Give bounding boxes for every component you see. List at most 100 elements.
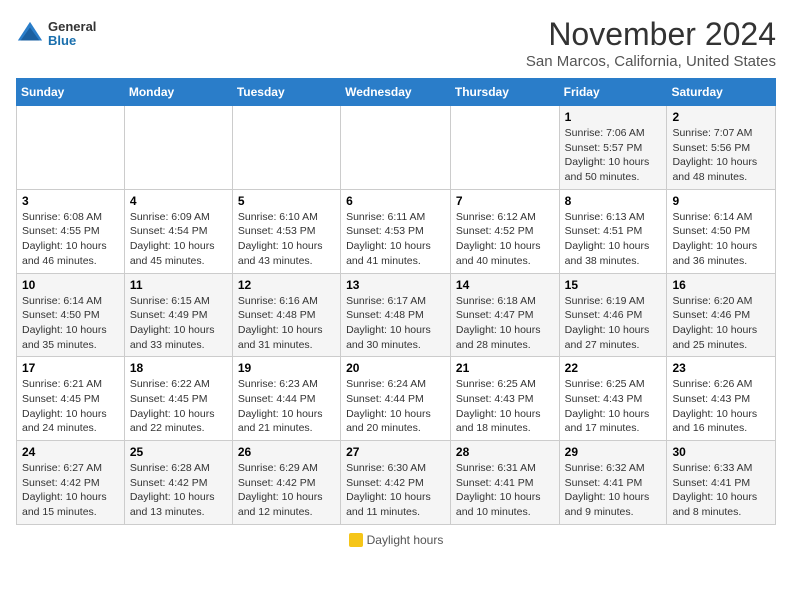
calendar-week-row: 24 Sunrise: 6:27 AM Sunset: 4:42 PM Dayli… bbox=[17, 441, 776, 525]
logo-icon bbox=[16, 20, 44, 48]
calendar-header-cell: Saturday bbox=[667, 79, 776, 106]
day-info: Sunrise: 6:09 AM Sunset: 4:54 PM Dayligh… bbox=[130, 210, 227, 269]
daylight-legend-box bbox=[349, 533, 363, 547]
day-info: Sunrise: 6:22 AM Sunset: 4:45 PM Dayligh… bbox=[130, 377, 227, 436]
calendar-day-cell: 9Sunrise: 6:14 AM Sunset: 4:50 PM Daylig… bbox=[667, 189, 776, 273]
day-number: 5 bbox=[238, 194, 335, 208]
calendar-day-cell: 28 Sunrise: 6:31 AM Sunset: 4:41 PM Dayli… bbox=[450, 441, 559, 525]
header: General Blue November 2024 San Marcos, C… bbox=[16, 16, 776, 70]
day-number: 16 bbox=[672, 278, 770, 292]
day-info: Sunrise: 6:33 AM Sunset: 4:41 PM Dayligh… bbox=[672, 461, 770, 520]
day-number: 18 bbox=[130, 361, 227, 375]
calendar-day-cell: 25Sunrise: 6:28 AM Sunset: 4:42 PM Dayli… bbox=[124, 441, 232, 525]
day-info: Sunrise: 6:24 AM Sunset: 4:44 PM Dayligh… bbox=[346, 377, 445, 436]
calendar-day-cell: 12 Sunrise: 6:16 AM Sunset: 4:48 PM Dayli… bbox=[232, 273, 340, 357]
calendar-week-row: 1Sunrise: 7:06 AM Sunset: 5:57 PM Daylig… bbox=[17, 106, 776, 190]
calendar-day-cell: 19Sunrise: 6:23 AM Sunset: 4:44 PM Dayli… bbox=[232, 357, 340, 441]
day-number: 17 bbox=[22, 361, 119, 375]
day-number: 27 bbox=[346, 445, 445, 459]
calendar-header-cell: Thursday bbox=[450, 79, 559, 106]
calendar-day-cell: 14 Sunrise: 6:18 AM Sunset: 4:47 PM Dayli… bbox=[450, 273, 559, 357]
calendar-header-cell: Friday bbox=[559, 79, 667, 106]
calendar-day-cell bbox=[341, 106, 451, 190]
calendar-day-cell: 10 Sunrise: 6:14 AM Sunset: 4:50 PM Dayli… bbox=[17, 273, 125, 357]
day-number: 28 bbox=[456, 445, 554, 459]
calendar-day-cell: 11 Sunrise: 6:15 AM Sunset: 4:49 PM Dayli… bbox=[124, 273, 232, 357]
day-number: 14 bbox=[456, 278, 554, 292]
calendar-day-cell bbox=[124, 106, 232, 190]
calendar-day-cell: 16 Sunrise: 6:20 AM Sunset: 4:46 PM Dayli… bbox=[667, 273, 776, 357]
day-number: 22 bbox=[565, 361, 662, 375]
day-number: 24 bbox=[22, 445, 119, 459]
calendar-header-cell: Wednesday bbox=[341, 79, 451, 106]
day-info: Sunrise: 6:21 AM Sunset: 4:45 PM Dayligh… bbox=[22, 377, 119, 436]
day-number: 21 bbox=[456, 361, 554, 375]
day-number: 7 bbox=[456, 194, 554, 208]
day-number: 6 bbox=[346, 194, 445, 208]
calendar-week-row: 10 Sunrise: 6:14 AM Sunset: 4:50 PM Dayli… bbox=[17, 273, 776, 357]
calendar-day-cell: 6 Sunrise: 6:11 AM Sunset: 4:53 PM Daylig… bbox=[341, 189, 451, 273]
calendar-day-cell: 29 Sunrise: 6:32 AM Sunset: 4:41 PM Dayli… bbox=[559, 441, 667, 525]
day-number: 10 bbox=[22, 278, 119, 292]
day-number: 2 bbox=[672, 110, 770, 124]
calendar-day-cell bbox=[17, 106, 125, 190]
daylight-label: Daylight hours bbox=[367, 533, 444, 547]
day-number: 20 bbox=[346, 361, 445, 375]
calendar-day-cell: 1Sunrise: 7:06 AM Sunset: 5:57 PM Daylig… bbox=[559, 106, 667, 190]
day-number: 11 bbox=[130, 278, 227, 292]
day-info: Sunrise: 6:14 AM Sunset: 4:50 PM Dayligh… bbox=[672, 210, 770, 269]
day-info: Sunrise: 7:07 AM Sunset: 5:56 PM Dayligh… bbox=[672, 126, 770, 185]
day-info: Sunrise: 6:17 AM Sunset: 4:48 PM Dayligh… bbox=[346, 294, 445, 353]
title-area: November 2024 San Marcos, California, Un… bbox=[526, 16, 776, 70]
month-title: November 2024 bbox=[526, 16, 776, 53]
calendar-header-cell: Tuesday bbox=[232, 79, 340, 106]
calendar-day-cell: 18 Sunrise: 6:22 AM Sunset: 4:45 PM Dayli… bbox=[124, 357, 232, 441]
calendar-day-cell: 21Sunrise: 6:25 AM Sunset: 4:43 PM Dayli… bbox=[450, 357, 559, 441]
calendar-day-cell: 27Sunrise: 6:30 AM Sunset: 4:42 PM Dayli… bbox=[341, 441, 451, 525]
calendar-header-cell: Sunday bbox=[17, 79, 125, 106]
day-number: 13 bbox=[346, 278, 445, 292]
calendar-day-cell bbox=[450, 106, 559, 190]
calendar-day-cell: 22 Sunrise: 6:25 AM Sunset: 4:43 PM Dayli… bbox=[559, 357, 667, 441]
day-info: Sunrise: 6:26 AM Sunset: 4:43 PM Dayligh… bbox=[672, 377, 770, 436]
day-number: 4 bbox=[130, 194, 227, 208]
calendar-week-row: 17 Sunrise: 6:21 AM Sunset: 4:45 PM Dayli… bbox=[17, 357, 776, 441]
day-number: 12 bbox=[238, 278, 335, 292]
logo: General Blue bbox=[16, 20, 96, 49]
day-info: Sunrise: 6:23 AM Sunset: 4:44 PM Dayligh… bbox=[238, 377, 335, 436]
day-info: Sunrise: 6:16 AM Sunset: 4:48 PM Dayligh… bbox=[238, 294, 335, 353]
day-number: 26 bbox=[238, 445, 335, 459]
day-info: Sunrise: 6:12 AM Sunset: 4:52 PM Dayligh… bbox=[456, 210, 554, 269]
day-info: Sunrise: 6:20 AM Sunset: 4:46 PM Dayligh… bbox=[672, 294, 770, 353]
day-info: Sunrise: 6:27 AM Sunset: 4:42 PM Dayligh… bbox=[22, 461, 119, 520]
calendar-day-cell: 26 Sunrise: 6:29 AM Sunset: 4:42 PM Dayli… bbox=[232, 441, 340, 525]
day-info: Sunrise: 6:29 AM Sunset: 4:42 PM Dayligh… bbox=[238, 461, 335, 520]
day-number: 25 bbox=[130, 445, 227, 459]
day-number: 29 bbox=[565, 445, 662, 459]
calendar-day-cell: 20 Sunrise: 6:24 AM Sunset: 4:44 PM Dayli… bbox=[341, 357, 451, 441]
calendar-table: SundayMondayTuesdayWednesdayThursdayFrid… bbox=[16, 78, 776, 525]
day-info: Sunrise: 6:31 AM Sunset: 4:41 PM Dayligh… bbox=[456, 461, 554, 520]
calendar-day-cell: 13 Sunrise: 6:17 AM Sunset: 4:48 PM Dayli… bbox=[341, 273, 451, 357]
calendar-day-cell: 17 Sunrise: 6:21 AM Sunset: 4:45 PM Dayli… bbox=[17, 357, 125, 441]
calendar-day-cell: 23Sunrise: 6:26 AM Sunset: 4:43 PM Dayli… bbox=[667, 357, 776, 441]
day-number: 3 bbox=[22, 194, 119, 208]
day-info: Sunrise: 6:14 AM Sunset: 4:50 PM Dayligh… bbox=[22, 294, 119, 353]
calendar-day-cell: 24 Sunrise: 6:27 AM Sunset: 4:42 PM Dayli… bbox=[17, 441, 125, 525]
calendar-week-row: 3Sunrise: 6:08 AM Sunset: 4:55 PM Daylig… bbox=[17, 189, 776, 273]
day-info: Sunrise: 6:25 AM Sunset: 4:43 PM Dayligh… bbox=[565, 377, 662, 436]
calendar-day-cell: 5 Sunrise: 6:10 AM Sunset: 4:53 PM Daylig… bbox=[232, 189, 340, 273]
day-info: Sunrise: 6:10 AM Sunset: 4:53 PM Dayligh… bbox=[238, 210, 335, 269]
calendar-day-cell: 8Sunrise: 6:13 AM Sunset: 4:51 PM Daylig… bbox=[559, 189, 667, 273]
day-info: Sunrise: 6:13 AM Sunset: 4:51 PM Dayligh… bbox=[565, 210, 662, 269]
day-info: Sunrise: 6:32 AM Sunset: 4:41 PM Dayligh… bbox=[565, 461, 662, 520]
calendar-header-row: SundayMondayTuesdayWednesdayThursdayFrid… bbox=[17, 79, 776, 106]
day-info: Sunrise: 6:18 AM Sunset: 4:47 PM Dayligh… bbox=[456, 294, 554, 353]
footer: Daylight hours bbox=[16, 533, 776, 547]
day-info: Sunrise: 6:15 AM Sunset: 4:49 PM Dayligh… bbox=[130, 294, 227, 353]
day-info: Sunrise: 6:11 AM Sunset: 4:53 PM Dayligh… bbox=[346, 210, 445, 269]
day-info: Sunrise: 6:19 AM Sunset: 4:46 PM Dayligh… bbox=[565, 294, 662, 353]
calendar-day-cell: 3Sunrise: 6:08 AM Sunset: 4:55 PM Daylig… bbox=[17, 189, 125, 273]
day-number: 15 bbox=[565, 278, 662, 292]
calendar-day-cell: 2 Sunrise: 7:07 AM Sunset: 5:56 PM Daylig… bbox=[667, 106, 776, 190]
